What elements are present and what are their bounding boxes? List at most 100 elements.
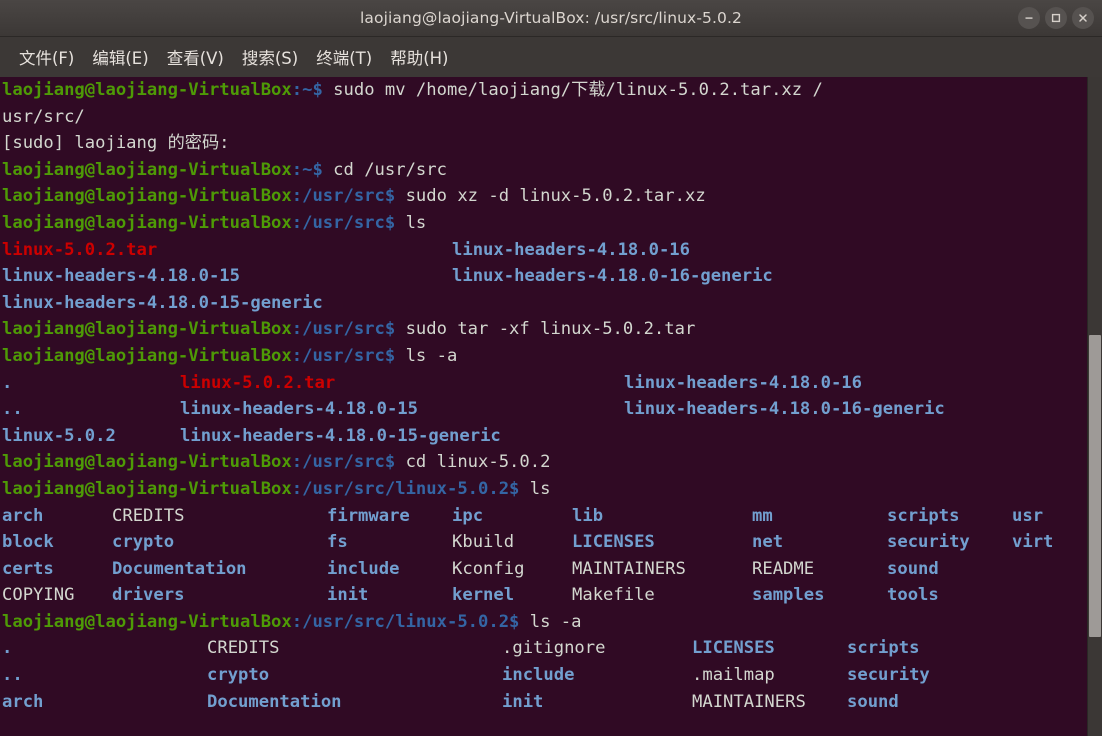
file-entry: block bbox=[2, 532, 54, 553]
prompt-user: laojiang@laojiang-VirtualBox bbox=[2, 80, 292, 100]
maximize-button[interactable] bbox=[1045, 7, 1067, 29]
file-entry: init bbox=[327, 585, 369, 606]
menu-bar: 文件(F) 编辑(E) 查看(V) 搜索(S) 终端(T) 帮助(H) bbox=[0, 37, 1102, 77]
prompt-command: ls -a bbox=[395, 345, 458, 366]
terminal-listing-row: linux-headers-4.18.0-15-generic bbox=[2, 290, 1078, 317]
file-entry: kernel bbox=[452, 585, 515, 606]
prompt-command: sudo xz -d linux-5.0.2.tar.xz bbox=[395, 186, 706, 207]
prompt-user: laojiang@laojiang-VirtualBox bbox=[2, 159, 292, 180]
file-entry: linux-5.0.2 bbox=[2, 425, 116, 446]
file-entry: sound bbox=[887, 558, 939, 579]
file-entry: arch bbox=[2, 505, 44, 526]
prompt-command: ls -a bbox=[519, 611, 582, 632]
file-entry: security bbox=[847, 665, 930, 686]
prompt-user: laojiang@laojiang-VirtualBox bbox=[2, 478, 292, 499]
file-entry: MAINTAINERS bbox=[692, 691, 806, 712]
file-entry: linux-5.0.2.tar bbox=[180, 372, 336, 393]
file-entry: scripts bbox=[887, 505, 960, 526]
terminal-prompt-line: laojiang@laojiang-VirtualBox:/usr/src$ l… bbox=[2, 343, 1078, 370]
terminal-listing-row: linux-5.0.2.tar linux-headers-4.18.0-16 bbox=[2, 237, 1078, 264]
menu-item-2[interactable]: 查看(V) bbox=[158, 43, 233, 72]
menu-item-5[interactable]: 帮助(H) bbox=[381, 43, 457, 72]
file-entry: net bbox=[752, 532, 784, 553]
file-entry: firmware bbox=[327, 505, 410, 526]
file-entry: . bbox=[2, 638, 13, 659]
file-entry: mm bbox=[752, 505, 773, 526]
file-entry: Documentation bbox=[207, 691, 342, 712]
terminal-prompt-line: laojiang@laojiang-VirtualBox:/usr/src$ c… bbox=[2, 449, 1078, 476]
terminal-listing-row: . linux-5.0.2.tar linux-headers-4.18.0-16 bbox=[2, 370, 1078, 397]
terminal-prompt-line: laojiang@laojiang-VirtualBox:/usr/src/li… bbox=[2, 609, 1078, 636]
file-entry: arch bbox=[2, 691, 44, 712]
file-entry: linux-headers-4.18.0-16-generic bbox=[452, 266, 773, 287]
terminal-listing-row: .. crypto include .mailmap security bbox=[2, 662, 1078, 689]
file-entry: crypto bbox=[112, 532, 175, 553]
menu-item-0[interactable]: 文件(F) bbox=[10, 43, 83, 72]
terminal-listing-row: .. linux-headers-4.18.0-15 linux-headers-4… bbox=[2, 396, 1078, 423]
file-entry: linux-headers-4.18.0-15-generic bbox=[2, 292, 323, 313]
output-text: usr/src/ bbox=[2, 106, 85, 127]
menu-item-4[interactable]: 终端(T) bbox=[307, 43, 381, 72]
file-entry: security bbox=[887, 532, 970, 553]
prompt-command: cd linux-5.0.2 bbox=[395, 452, 551, 473]
file-entry: lib bbox=[572, 505, 604, 526]
terminal-listing-row: linux-5.0.2 linux-headers-4.18.0-15-gener… bbox=[2, 423, 1078, 450]
prompt-user: laojiang@laojiang-VirtualBox bbox=[2, 319, 292, 340]
file-entry: .. bbox=[2, 399, 23, 420]
scrollbar-thumb[interactable] bbox=[1089, 335, 1101, 637]
prompt-user: laojiang@laojiang-VirtualBox bbox=[2, 611, 292, 632]
close-button[interactable] bbox=[1072, 7, 1094, 29]
file-entry: tools bbox=[887, 585, 939, 606]
window-controls bbox=[1018, 0, 1094, 36]
terminal-prompt-line: laojiang@laojiang-VirtualBox:/usr/src$ s… bbox=[2, 183, 1078, 210]
prompt-command: sudo tar -xf linux-5.0.2.tar bbox=[395, 319, 696, 340]
file-entry: init bbox=[502, 691, 544, 712]
prompt-path: :/usr/src$ bbox=[291, 452, 396, 473]
terminal-listing-row: . CREDITS .gitignore LICENSES scripts bbox=[2, 635, 1078, 662]
terminal-window: laojiang@laojiang-VirtualBox: /usr/src/l… bbox=[0, 0, 1102, 736]
prompt-path: :/usr/src$ bbox=[291, 345, 396, 366]
minimize-icon bbox=[1025, 17, 1033, 19]
file-entry: CREDITS bbox=[207, 638, 280, 659]
terminal-output-line: usr/src/ bbox=[2, 104, 1078, 131]
file-entry: include bbox=[502, 665, 575, 686]
prompt-command: sudo mv /home/laojiang/下载/linux-5.0.2.ta… bbox=[322, 80, 823, 100]
menu-item-1[interactable]: 编辑(E) bbox=[83, 43, 157, 72]
prompt-path: :/usr/src/linux-5.0.2$ bbox=[291, 478, 520, 499]
prompt-command: ls bbox=[395, 212, 427, 233]
file-entry: certs bbox=[2, 558, 54, 579]
file-entry: LICENSES bbox=[572, 532, 655, 553]
minimize-button[interactable] bbox=[1018, 7, 1040, 29]
terminal-listing-row: linux-headers-4.18.0-15 linux-headers-4.1… bbox=[2, 263, 1078, 290]
file-entry: crypto bbox=[207, 665, 270, 686]
prompt-path: :/usr/src$ bbox=[291, 212, 396, 233]
terminal-scrollbar[interactable] bbox=[1087, 77, 1102, 736]
file-entry: drivers bbox=[112, 585, 185, 606]
terminal-listing-row: COPYING drivers init kernel Makefile samples t… bbox=[2, 582, 1078, 609]
terminal-listing-row: certs Documentation include Kconfig MAINTAIN… bbox=[2, 556, 1078, 583]
terminal-listing-row: block crypto fs Kbuild LICENSES net security vi… bbox=[2, 529, 1078, 556]
file-entry: scripts bbox=[847, 638, 920, 659]
prompt-path: :/usr/src/linux-5.0.2$ bbox=[291, 611, 520, 632]
prompt-user: laojiang@laojiang-VirtualBox bbox=[2, 186, 292, 207]
file-entry: CREDITS bbox=[112, 505, 185, 526]
prompt-path: :/usr/src$ bbox=[291, 186, 396, 207]
file-entry: README bbox=[752, 558, 815, 579]
terminal-listing-row: arch CREDITS firmware ipc lib mm scripts usr bbox=[2, 503, 1078, 530]
file-entry: Kbuild bbox=[452, 532, 515, 553]
file-entry: usr bbox=[1012, 505, 1044, 526]
file-entry: .. bbox=[2, 665, 23, 686]
terminal-output-area[interactable]: laojiang@laojiang-VirtualBox:~$ sudo mv … bbox=[0, 77, 1102, 736]
file-entry: linux-headers-4.18.0-16 bbox=[452, 239, 690, 260]
file-entry: Makefile bbox=[572, 585, 655, 606]
file-entry: Documentation bbox=[112, 558, 247, 579]
file-entry: ipc bbox=[452, 505, 484, 526]
window-titlebar: laojiang@laojiang-VirtualBox: /usr/src/l… bbox=[0, 0, 1102, 37]
menu-item-3[interactable]: 搜索(S) bbox=[233, 43, 307, 72]
file-entry: . bbox=[2, 372, 13, 393]
prompt-command: cd /usr/src bbox=[322, 159, 447, 180]
file-entry: linux-headers-4.18.0-16-generic bbox=[624, 399, 945, 420]
file-entry: COPYING bbox=[2, 585, 75, 606]
terminal-listing-row: arch Documentation init MAINTAINERS sound bbox=[2, 689, 1078, 716]
prompt-user: laojiang@laojiang-VirtualBox bbox=[2, 452, 292, 473]
